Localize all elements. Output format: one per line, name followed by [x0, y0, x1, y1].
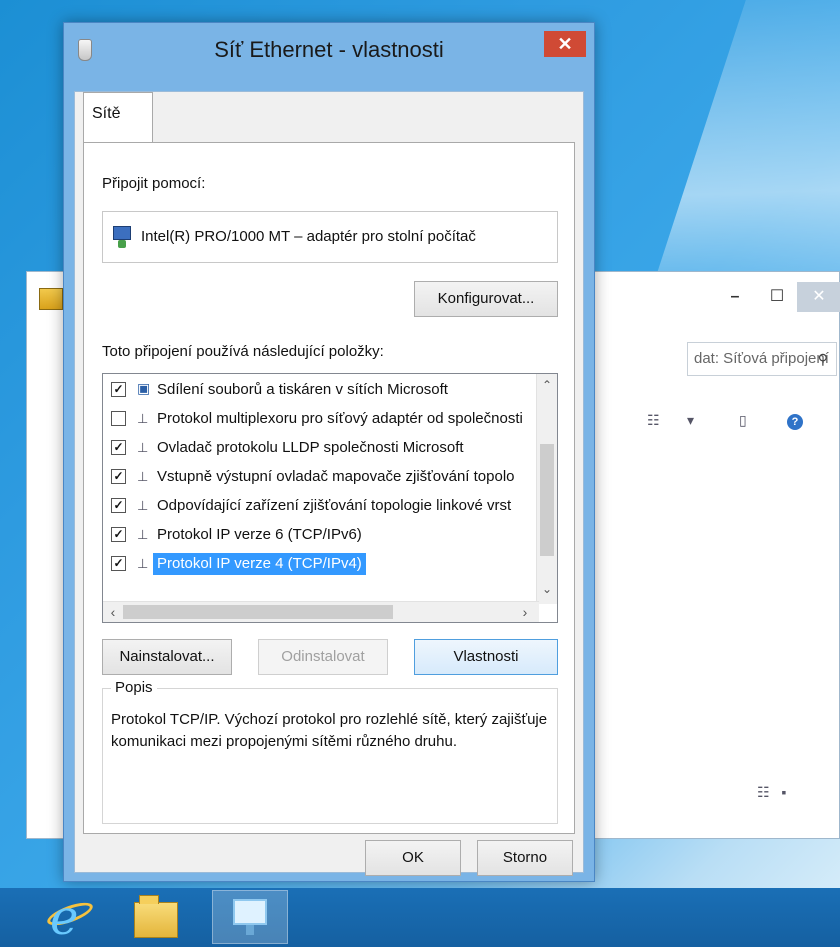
- minimize-button[interactable]: –: [715, 282, 755, 312]
- description-text: Protokol TCP/IP. Výchozí protokol pro ro…: [111, 711, 548, 750]
- large-icons-view-icon[interactable]: ▪: [781, 784, 786, 800]
- list-item-selected[interactable]: ✓ ⊥ Protokol IP verze 4 (TCP/IPv4): [103, 550, 539, 578]
- ok-button[interactable]: OK: [365, 840, 461, 876]
- protocol-icon: ⊥: [137, 527, 149, 542]
- description-group: Popis Protokol TCP/IP. Výchozí protokol …: [102, 679, 558, 824]
- list-item[interactable]: ✓ ⊥ Odpovídající zařízení zjišťování top…: [103, 492, 539, 520]
- uninstall-button[interactable]: Odinstalovat: [258, 639, 388, 675]
- change-view-icon[interactable]: ☷: [647, 412, 660, 429]
- ethernet-properties-dialog: Síť Ethernet - vlastnosti ✕ Sítě Připoji…: [63, 22, 595, 882]
- list-item-label: Ovladač protokolu LLDP společnosti Micro…: [157, 439, 464, 456]
- dialog-close-button[interactable]: ✕: [544, 31, 586, 57]
- chevron-up-icon[interactable]: ⌃: [537, 378, 557, 392]
- search-icon[interactable]: ⚲: [818, 343, 828, 375]
- protocol-icon: ⊥: [137, 498, 149, 513]
- checkbox[interactable]: ✓: [111, 469, 126, 484]
- checkbox[interactable]: ✓: [111, 440, 126, 455]
- protocol-icon: ⊥: [137, 469, 149, 484]
- chevron-down-icon[interactable]: ▾: [687, 412, 694, 429]
- dialog-body: Sítě Připojit pomocí: Intel(R) PRO/1000 …: [74, 91, 584, 876]
- maximize-button[interactable]: ☐: [757, 282, 797, 312]
- protocol-icon: ⊥: [137, 411, 149, 426]
- taskbar: e: [0, 888, 840, 947]
- dialog-title: Síť Ethernet - vlastnosti: [214, 37, 444, 62]
- explorer-close-button[interactable]: ✕: [797, 282, 840, 312]
- list-item[interactable]: ✓ ⊥ Vstupně výstupní ovladač mapovače zj…: [103, 463, 539, 491]
- protocol-icon: ⊥: [137, 556, 149, 571]
- share-icon: ▣: [137, 380, 151, 396]
- list-item-label: Protokol IP verze 6 (TCP/IPv6): [157, 526, 362, 543]
- install-button[interactable]: Nainstalovat...: [102, 639, 232, 675]
- list-item-label: Odpovídající zařízení zjišťování topolog…: [157, 497, 512, 514]
- checkbox[interactable]: ✓: [111, 498, 126, 513]
- connect-using-label: Připojit pomocí:: [102, 175, 206, 192]
- folder-icon: [39, 288, 63, 310]
- internet-explorer-icon[interactable]: e: [44, 892, 98, 944]
- network-connections-icon[interactable]: [212, 890, 288, 944]
- chevron-down-icon[interactable]: ⌄: [537, 582, 557, 596]
- scroll-thumb[interactable]: [123, 605, 393, 619]
- checkbox[interactable]: ✓: [111, 382, 126, 397]
- search-placeholder: dat: Síťová připojení: [694, 350, 829, 367]
- chevron-left-icon[interactable]: ‹: [103, 602, 123, 622]
- chevron-right-icon[interactable]: ›: [515, 602, 535, 622]
- list-item[interactable]: ✓ ⊥ Protokol IP verze 6 (TCP/IPv6): [103, 521, 539, 549]
- checkbox[interactable]: [111, 411, 126, 426]
- list-item-label: Protokol IP verze 4 (TCP/IPv4): [153, 553, 366, 575]
- scroll-thumb[interactable]: [540, 444, 554, 556]
- list-item[interactable]: ✓ ▣ Sdílení souborů a tiskáren v sítích …: [103, 376, 539, 404]
- list-item[interactable]: ⊥ Protokol multiplexoru pro síťový adapt…: [103, 405, 539, 433]
- adapter-name: Intel(R) PRO/1000 MT – adaptér pro stoln…: [141, 228, 476, 245]
- networking-tab-page: Připojit pomocí: Intel(R) PRO/1000 MT – …: [83, 142, 575, 834]
- adapter-box: Intel(R) PRO/1000 MT – adaptér pro stoln…: [102, 211, 558, 263]
- components-list[interactable]: ✓ ▣ Sdílení souborů a tiskáren v sítích …: [102, 373, 558, 623]
- items-label: Toto připojení používá následující polož…: [102, 343, 384, 360]
- view-mode-icons: ☷ ▪: [757, 784, 786, 801]
- search-input[interactable]: dat: Síťová připojení ⚲: [687, 342, 837, 376]
- properties-button[interactable]: Vlastnosti: [414, 639, 558, 675]
- description-title: Popis: [111, 679, 157, 696]
- list-item-label: Vstupně výstupní ovladač mapovače zjišťo…: [157, 468, 515, 485]
- network-adapter-icon: [113, 226, 131, 248]
- details-view-icon[interactable]: ☷: [757, 784, 770, 800]
- list-item-label: Sdílení souborů a tiskáren v sítích Micr…: [157, 381, 448, 398]
- tab-networking[interactable]: Sítě: [83, 92, 153, 144]
- checkbox[interactable]: ✓: [111, 556, 126, 571]
- configure-button[interactable]: Konfigurovat...: [414, 281, 558, 317]
- checkbox[interactable]: ✓: [111, 527, 126, 542]
- help-icon[interactable]: ?: [787, 414, 803, 430]
- vertical-scrollbar[interactable]: ⌃ ⌄: [536, 374, 557, 604]
- horizontal-scrollbar[interactable]: ‹ ›: [103, 601, 539, 622]
- cancel-button[interactable]: Storno: [477, 840, 573, 876]
- list-item[interactable]: ✓ ⊥ Ovladač protokolu LLDP společnosti M…: [103, 434, 539, 462]
- list-item-label: Protokol multiplexoru pro síťový adaptér…: [157, 410, 523, 427]
- file-explorer-icon[interactable]: [130, 892, 182, 944]
- preview-pane-icon[interactable]: ▯: [739, 412, 747, 429]
- protocol-icon: ⊥: [137, 440, 149, 455]
